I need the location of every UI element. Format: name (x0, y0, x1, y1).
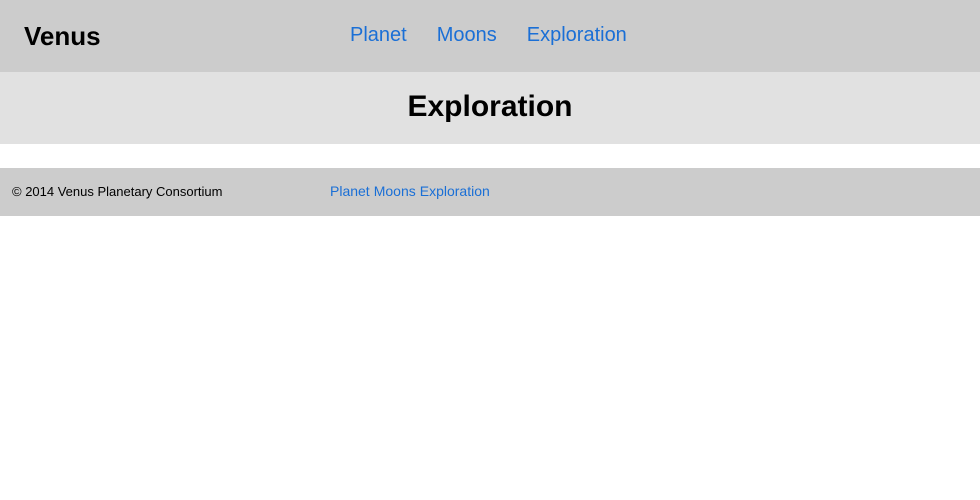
footer-link-moons[interactable]: Moons (374, 182, 416, 200)
copyright-text: © 2014 Venus Planetary Consortium (12, 184, 223, 199)
page-title: Exploration (407, 90, 573, 123)
page-heading-bar: Exploration (0, 72, 980, 144)
nav-link-exploration[interactable]: Exploration (527, 22, 627, 48)
nav-link-moons[interactable]: Moons (437, 22, 497, 48)
site-footer: © 2014 Venus Planetary Consortium Planet… (0, 168, 980, 216)
footer-link-exploration[interactable]: Exploration (420, 182, 490, 200)
site-header: Venus Planet Moons Exploration (0, 0, 980, 72)
footer-nav: Planet Moons Exploration (330, 182, 490, 200)
nav-link-planet[interactable]: Planet (350, 22, 407, 48)
footer-link-planet[interactable]: Planet (330, 182, 370, 200)
main-nav: Planet Moons Exploration (350, 22, 627, 48)
site-title: Venus (24, 21, 101, 51)
